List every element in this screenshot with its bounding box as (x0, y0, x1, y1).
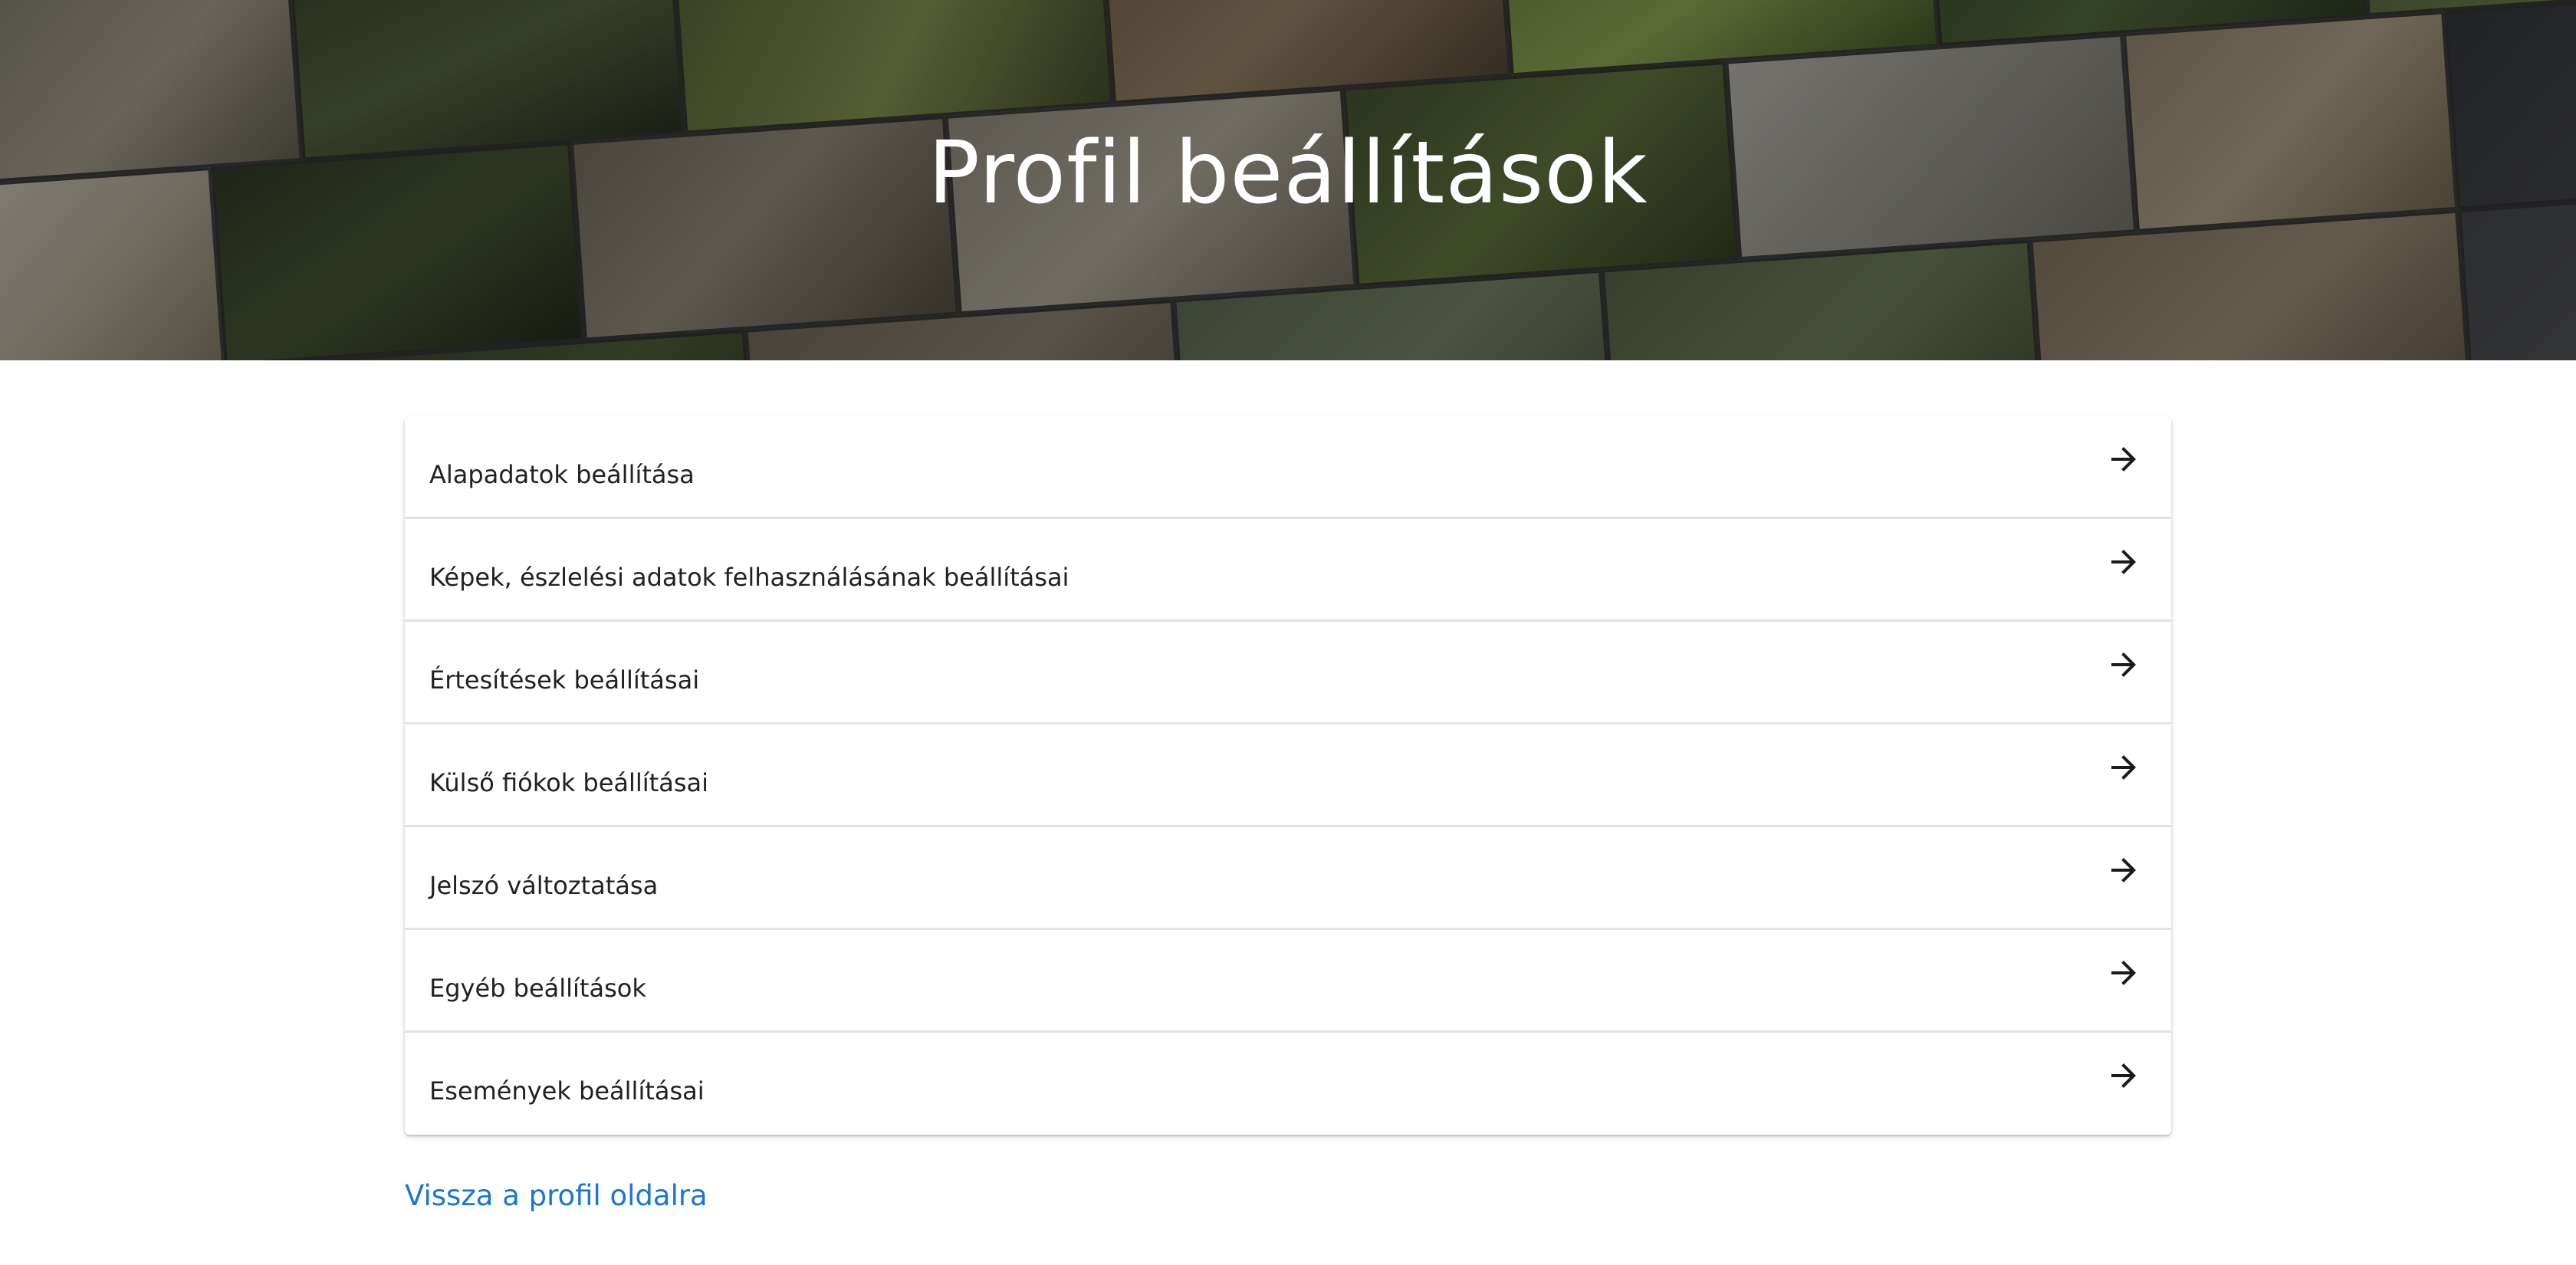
settings-item-external-accounts[interactable]: Külső fiókok beállításai (405, 724, 2171, 827)
settings-item-image-data-usage[interactable]: Képek, észlelési adatok felhasználásának… (405, 519, 2171, 622)
settings-item-label: Alapadatok beállítása (429, 460, 695, 489)
settings-item-label: Külső fiókok beállításai (429, 768, 708, 797)
settings-item-basic-data[interactable]: Alapadatok beállítása (405, 416, 2171, 519)
settings-item-notifications[interactable]: Értesítések beállításai (405, 622, 2171, 724)
arrow-right-icon (2111, 447, 2136, 472)
arrow-right-icon (2111, 652, 2136, 677)
settings-item-events[interactable]: Események beállításai (405, 1033, 2171, 1135)
settings-item-label: Értesítések beállításai (429, 665, 700, 695)
settings-item-change-password[interactable]: Jelszó változtatása (405, 827, 2171, 930)
arrow-right-icon (2111, 755, 2136, 780)
arrow-right-icon (2111, 550, 2136, 574)
back-to-profile-link[interactable]: Vissza a profil oldalra (405, 1179, 708, 1212)
hero-banner: Profil beállítások (0, 0, 2576, 360)
arrow-right-icon (2111, 961, 2136, 985)
settings-item-label: Jelszó változtatása (429, 871, 659, 900)
settings-item-label: Képek, észlelési adatok felhasználásának… (429, 563, 1070, 592)
settings-item-other[interactable]: Egyéb beállítások (405, 930, 2171, 1033)
settings-list: Alapadatok beállítása Képek, észlelési a… (405, 416, 2171, 1135)
arrow-right-icon (2111, 858, 2136, 882)
arrow-right-icon (2111, 1063, 2136, 1088)
page-title: Profil beállítások (928, 123, 1648, 223)
settings-item-label: Események beállításai (429, 1076, 705, 1106)
settings-item-label: Egyéb beállítások (429, 974, 646, 1003)
